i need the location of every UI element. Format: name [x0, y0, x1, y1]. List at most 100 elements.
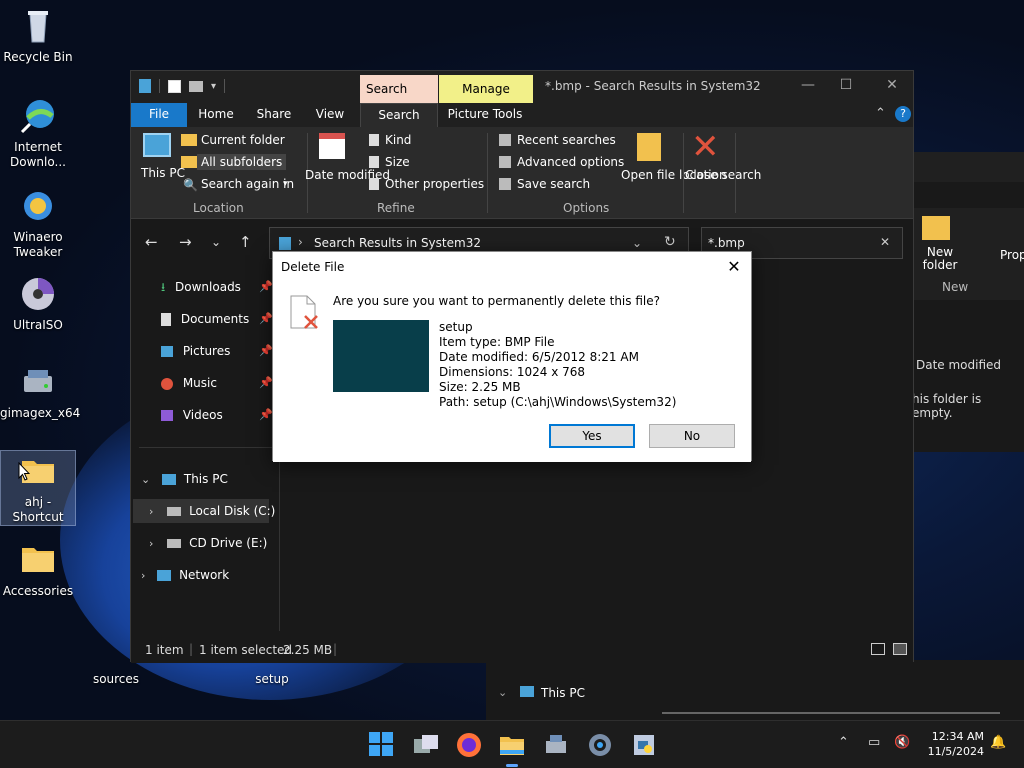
start-windows-icon[interactable] — [368, 731, 396, 759]
close-icon[interactable]: ✕ — [877, 77, 907, 93]
pin-icon[interactable]: 📌 — [259, 275, 273, 299]
expand-chevron-icon[interactable]: ⌄ — [141, 473, 150, 486]
nav-item-network[interactable]: › Network — [141, 563, 229, 587]
kind-button[interactable]: Kind — [385, 132, 411, 148]
file-explorer-icon[interactable] — [498, 731, 526, 767]
properties-button-partial[interactable]: Prop — [1000, 248, 1024, 262]
firefox-icon[interactable] — [455, 731, 483, 759]
pin-icon[interactable]: 📌 — [259, 403, 273, 427]
size-button[interactable]: Size — [385, 154, 410, 170]
close-icon[interactable]: ✕ — [723, 256, 745, 278]
all-subfolders-button[interactable]: All subfolders — [197, 154, 287, 170]
maximize-icon[interactable]: ☐ — [831, 77, 861, 93]
desktop-icon-accessories[interactable]: Accessories — [0, 540, 76, 599]
date-modified-button[interactable]: Date modified — [305, 169, 390, 182]
settings-gear-icon[interactable] — [586, 731, 614, 759]
context-tab-search-tools[interactable]: Search Tools — [360, 75, 438, 124]
desktop-icon-ultraiso[interactable]: UltraISO — [0, 274, 76, 333]
system-clock[interactable]: 12:34 AM 11/5/2024 — [920, 729, 984, 759]
location-group-label: Location — [193, 201, 244, 215]
clock-time: 12:34 AM — [931, 730, 984, 743]
back-arrow-icon[interactable]: ← — [145, 233, 158, 251]
tab-picture-tools[interactable]: Picture Tools — [441, 103, 529, 127]
up-arrow-icon[interactable]: ↑ — [239, 233, 252, 251]
forward-arrow-icon[interactable]: → — [179, 233, 192, 251]
search-again-in-button[interactable]: Search again in — [201, 176, 294, 192]
open-file-location-button[interactable]: Open file location — [621, 169, 727, 182]
collapse-chevron-icon[interactable]: › — [141, 569, 145, 582]
tab-home[interactable]: Home — [191, 103, 241, 127]
gimagex-taskbar-icon[interactable] — [542, 731, 570, 759]
nav-item-videos[interactable]: Videos 📌 — [161, 403, 273, 427]
tab-search[interactable]: Search — [360, 103, 438, 127]
nav-item-documents[interactable]: Documents 📌 — [161, 307, 273, 331]
this-pc-button[interactable]: This PC — [141, 167, 185, 180]
save-search-button[interactable]: Save search — [517, 176, 590, 192]
collapse-chevron-icon[interactable]: › — [149, 505, 153, 518]
tab-share[interactable]: Share — [249, 103, 299, 127]
minimize-icon[interactable]: — — [793, 77, 823, 93]
desktop-icon-gimagex[interactable]: gimagex_x64 — [0, 362, 80, 421]
nav-item-this-pc[interactable]: ⌄ This PC — [141, 467, 228, 491]
task-view-icon[interactable] — [412, 731, 440, 759]
show-hidden-icons-chevron-icon[interactable]: ⌃ — [838, 735, 849, 750]
notification-bell-icon[interactable]: 🔔 — [990, 735, 1006, 750]
recent-searches-button[interactable]: Recent searches — [517, 132, 616, 148]
recent-locations-icon[interactable]: ⌄ — [211, 235, 221, 249]
options-group-label: Options — [563, 201, 610, 215]
properties-qat-icon[interactable] — [168, 79, 181, 93]
nav-item-downloads[interactable]: ⭳ Downloads 📌 — [161, 275, 273, 299]
context-tab-manage[interactable]: Manage — [439, 75, 533, 103]
nav-item-label: This PC — [183, 472, 228, 486]
desktop-icon-label: sources — [92, 672, 140, 686]
nav-item-local-disk[interactable]: › Local Disk (C:) — [133, 499, 275, 523]
folder-qat-icon[interactable] — [189, 80, 203, 92]
close-search-button[interactable]: Close search — [685, 169, 761, 182]
other-properties-button[interactable]: Other properties — [385, 176, 484, 192]
tab-view[interactable]: View — [307, 103, 353, 127]
pin-icon[interactable]: 📌 — [259, 371, 273, 395]
volume-muted-icon[interactable]: 🔇 — [894, 735, 910, 750]
title-bar: ▾ Search Tools Manage *.bmp - Search Res… — [131, 71, 913, 124]
details-view-icon[interactable] — [871, 643, 885, 655]
dropdown-arrow-icon[interactable]: ▾ — [283, 176, 288, 192]
qat-divider — [159, 79, 160, 93]
date-modified-column[interactable]: Date modified — [916, 358, 1001, 372]
advanced-options-button[interactable]: Advanced options — [517, 154, 624, 170]
nav-item-label: Local Disk (C:) — [189, 504, 276, 518]
large-icons-view-icon[interactable] — [893, 643, 907, 655]
refresh-icon[interactable]: ↻ — [664, 234, 676, 250]
pictures-icon — [161, 346, 173, 357]
chevron-down-icon[interactable]: ⌄ — [498, 686, 507, 699]
search-results-icon — [279, 237, 291, 250]
nav-item-pictures[interactable]: Pictures 📌 — [161, 339, 273, 363]
ribbon-separator — [683, 133, 684, 213]
yes-button[interactable]: Yes — [549, 424, 635, 448]
network-status-icon[interactable]: ▭ — [868, 735, 880, 750]
desktop-icon-winaero[interactable]: Winaero Tweaker — [0, 186, 76, 260]
desktop-icon-recycle-bin[interactable]: Recycle Bin — [0, 6, 76, 65]
nav-item-cd-drive[interactable]: › CD Drive (E:) — [149, 531, 267, 555]
qat-dropdown-icon[interactable]: ▾ — [211, 81, 216, 92]
no-button[interactable]: No — [649, 424, 735, 448]
background-this-pc[interactable]: This PC — [541, 686, 585, 700]
desktop-icon-label: ahj - Shortcut — [12, 495, 64, 524]
new-folder-button[interactable]: New folder — [918, 246, 962, 272]
desktop-icon-setup[interactable]: setup — [234, 672, 310, 687]
help-icon[interactable]: ? — [895, 106, 911, 122]
tab-file[interactable]: File — [131, 103, 187, 127]
desktop-icon-sources[interactable]: sources — [78, 672, 154, 687]
python-installer-icon[interactable] — [630, 731, 658, 759]
clear-search-icon[interactable]: ✕ — [880, 235, 890, 249]
desktop-icon-internet-download[interactable]: Internet Downlo... — [0, 96, 76, 170]
current-folder-button[interactable]: Current folder — [201, 132, 285, 148]
desktop-icon-ahj-shortcut[interactable]: ahj - Shortcut — [0, 450, 76, 526]
collapse-ribbon-icon[interactable]: ⌃ — [875, 106, 886, 121]
folder-icon — [181, 134, 197, 146]
pin-icon[interactable]: 📌 — [259, 307, 273, 331]
pin-icon[interactable]: 📌 — [259, 339, 273, 363]
address-dropdown-icon[interactable]: ⌄ — [632, 236, 642, 250]
collapse-chevron-icon[interactable]: › — [149, 537, 153, 550]
horizontal-scrollbar[interactable] — [662, 712, 1000, 714]
nav-item-music[interactable]: Music 📌 — [161, 371, 273, 395]
